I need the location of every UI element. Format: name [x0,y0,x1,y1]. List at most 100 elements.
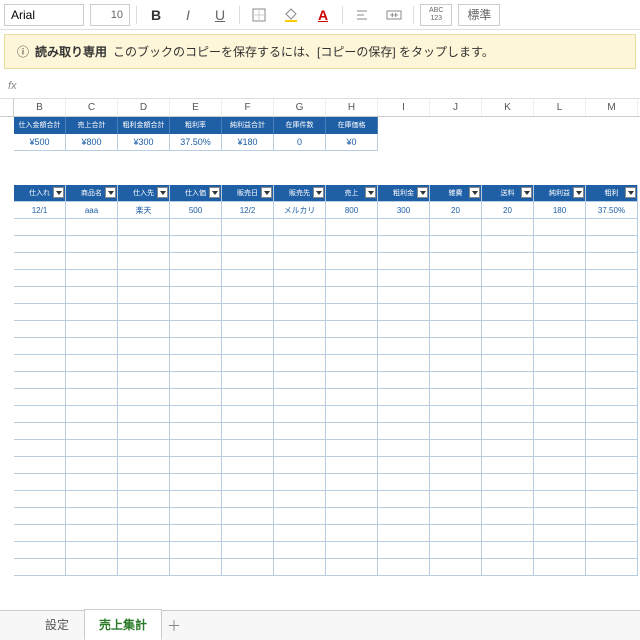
table-cell[interactable] [14,287,66,304]
table-cell[interactable] [274,559,326,576]
filter-dropdown-icon[interactable] [105,187,116,198]
table-cell[interactable] [378,287,430,304]
summary-value-cell[interactable]: ¥500 [14,134,66,151]
table-cell[interactable] [586,270,638,287]
table-cell[interactable] [378,457,430,474]
table-cell[interactable]: 12/2 [222,202,274,219]
table-cell[interactable] [118,338,170,355]
font-color-button[interactable]: A [310,4,336,26]
table-cell[interactable] [586,338,638,355]
font-size-input[interactable]: 10 [90,4,130,26]
table-cell[interactable] [170,304,222,321]
main-header-cell[interactable]: 仕入価 [170,185,222,202]
table-cell[interactable] [482,321,534,338]
table-cell[interactable] [14,304,66,321]
table-cell[interactable] [378,525,430,542]
table-cell[interactable] [378,423,430,440]
table-cell[interactable] [66,508,118,525]
filter-dropdown-icon[interactable] [573,187,584,198]
column-header[interactable]: M [586,99,638,116]
column-header[interactable]: K [482,99,534,116]
table-cell[interactable] [534,474,586,491]
table-cell[interactable] [586,253,638,270]
table-cell[interactable] [66,338,118,355]
table-cell[interactable] [326,491,378,508]
filter-dropdown-icon[interactable] [625,187,636,198]
table-cell[interactable] [430,236,482,253]
table-cell[interactable] [274,406,326,423]
table-cell[interactable]: メルカリ [274,202,326,219]
table-cell[interactable] [66,236,118,253]
table-cell[interactable] [170,423,222,440]
table-cell[interactable] [378,321,430,338]
table-cell[interactable] [170,440,222,457]
filter-dropdown-icon[interactable] [313,187,324,198]
table-cell[interactable] [170,372,222,389]
table-cell[interactable] [14,491,66,508]
table-cell[interactable] [14,457,66,474]
table-cell[interactable] [14,559,66,576]
column-header[interactable]: H [326,99,378,116]
table-cell[interactable] [534,491,586,508]
table-cell[interactable] [378,355,430,372]
tab-settings[interactable]: 設定 [30,609,84,640]
table-cell[interactable] [170,542,222,559]
table-cell[interactable] [170,321,222,338]
table-cell[interactable] [14,542,66,559]
table-cell[interactable] [378,270,430,287]
column-header[interactable]: F [222,99,274,116]
table-cell[interactable] [482,287,534,304]
table-cell[interactable] [222,236,274,253]
table-cell[interactable] [430,253,482,270]
table-cell[interactable] [170,253,222,270]
table-cell[interactable] [482,338,534,355]
table-cell[interactable] [534,457,586,474]
table-cell[interactable] [482,457,534,474]
table-cell[interactable] [378,304,430,321]
table-cell[interactable]: 180 [534,202,586,219]
table-cell[interactable] [118,321,170,338]
table-cell[interactable] [326,287,378,304]
table-cell[interactable] [586,440,638,457]
table-cell[interactable] [586,287,638,304]
table-cell[interactable] [430,491,482,508]
table-cell[interactable] [430,440,482,457]
table-cell[interactable] [118,406,170,423]
table-cell[interactable] [66,525,118,542]
main-header-cell[interactable]: 粗利 [586,185,638,202]
table-cell[interactable] [482,270,534,287]
table-cell[interactable] [274,474,326,491]
table-cell[interactable] [326,321,378,338]
column-header[interactable]: B [14,99,66,116]
table-cell[interactable] [274,457,326,474]
table-cell[interactable] [274,304,326,321]
column-header[interactable]: C [66,99,118,116]
table-cell[interactable] [14,321,66,338]
table-cell[interactable] [586,304,638,321]
table-cell[interactable] [222,355,274,372]
table-cell[interactable]: 500 [170,202,222,219]
table-cell[interactable] [66,423,118,440]
table-cell[interactable]: 37.50% [586,202,638,219]
table-cell[interactable] [482,491,534,508]
table-cell[interactable] [222,491,274,508]
table-cell[interactable] [586,372,638,389]
table-cell[interactable] [430,542,482,559]
column-header[interactable]: I [378,99,430,116]
table-cell[interactable] [170,525,222,542]
table-cell[interactable] [482,542,534,559]
bold-button[interactable]: B [143,4,169,26]
table-cell[interactable] [326,406,378,423]
table-cell[interactable] [378,253,430,270]
table-cell[interactable] [378,440,430,457]
table-cell[interactable] [430,355,482,372]
table-cell[interactable] [378,508,430,525]
table-cell[interactable] [274,372,326,389]
table-cell[interactable] [482,423,534,440]
table-cell[interactable] [66,355,118,372]
table-cell[interactable] [378,406,430,423]
table-cell[interactable] [378,474,430,491]
main-header-cell[interactable]: 売上 [326,185,378,202]
table-cell[interactable] [66,219,118,236]
number-format-select[interactable]: 標準 [458,4,500,26]
